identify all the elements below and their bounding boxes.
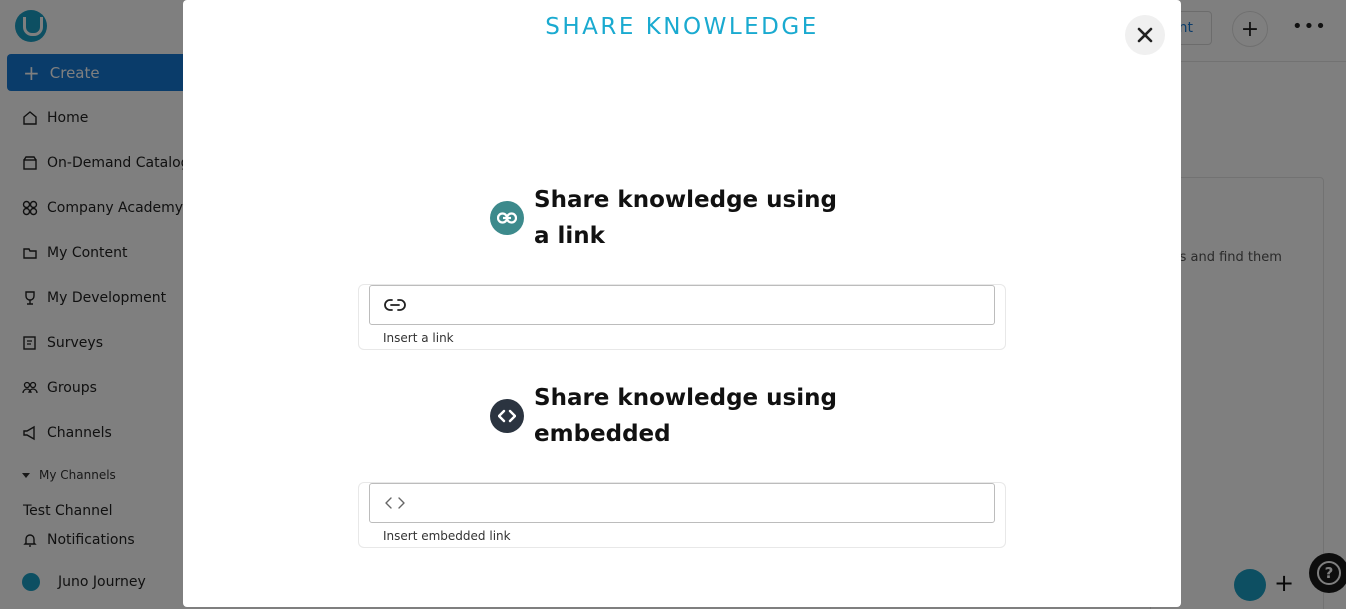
modal-title: SHARE KNOWLEDGE — [545, 14, 819, 40]
close-button[interactable] — [1125, 15, 1165, 55]
code-outline-icon — [385, 497, 405, 509]
link-section-title: Share knowledge using a link — [534, 187, 837, 249]
embed-input[interactable] — [414, 485, 994, 521]
link-field-card: Insert a link — [358, 284, 1006, 350]
embed-field-card: Insert embedded link — [358, 482, 1006, 548]
link-caption: Insert a link — [383, 331, 454, 345]
embed-caption: Insert embedded link — [383, 529, 511, 543]
link-outline-icon — [384, 299, 406, 311]
link-section-header: Share knowledge using a link — [490, 182, 854, 254]
embed-field[interactable] — [369, 483, 995, 523]
close-icon — [1137, 27, 1153, 43]
embed-section-title: Share knowledge using embedded — [534, 385, 837, 447]
link-field[interactable] — [369, 285, 995, 325]
link-input[interactable] — [414, 287, 994, 323]
code-icon — [490, 399, 524, 433]
link-icon — [490, 201, 524, 235]
embed-section-header: Share knowledge using embedded — [490, 380, 854, 452]
share-knowledge-modal: SHARE KNOWLEDGE Share knowledge using a … — [183, 0, 1181, 607]
